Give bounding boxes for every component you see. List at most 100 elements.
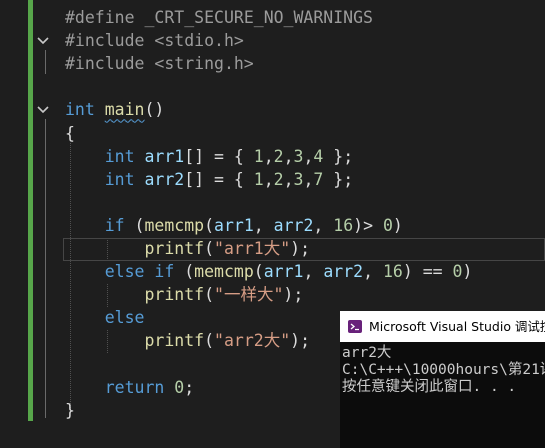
code-token: ( xyxy=(204,215,215,235)
code-token: memcmp xyxy=(144,215,205,235)
code-token: <string.h> xyxy=(154,54,254,74)
code-line[interactable]: } xyxy=(65,399,75,422)
chevron-down-icon xyxy=(37,106,49,114)
code-token: "arr2大" xyxy=(214,331,291,351)
code-token: , xyxy=(283,169,294,189)
code-token: arr2 xyxy=(273,215,314,235)
code-line[interactable]: #include <stdio.h> xyxy=(65,29,244,52)
code-token: , xyxy=(303,146,314,166)
code-token: 0 xyxy=(174,377,185,397)
code-line[interactable]: return 0; xyxy=(65,376,194,399)
console-title: Microsoft Visual Studio 调试控 xyxy=(369,319,545,334)
code-token: ); xyxy=(283,285,304,305)
code-token: 1 xyxy=(253,169,264,189)
code-token: arr2 xyxy=(144,169,185,189)
code-token: 4 xyxy=(313,146,324,166)
code-token: ; xyxy=(184,377,195,397)
code-token: ) == xyxy=(402,262,453,282)
code-token: , xyxy=(283,146,294,166)
console-output-line: 按任意键关闭此窗口. . . xyxy=(342,379,517,395)
fold-toggle-includes[interactable] xyxy=(37,35,49,47)
code-token: ( xyxy=(204,239,215,258)
fold-region-line xyxy=(45,119,46,418)
console-title-bar[interactable]: Microsoft Visual Studio 调试控 xyxy=(340,311,545,342)
code-token: #define xyxy=(65,8,145,27)
code-token: 1 xyxy=(253,146,264,166)
console-output-line: C:\C+++\10000hours\第21讲\ xyxy=(342,362,545,378)
code-token: 16 xyxy=(382,262,403,282)
code-token: , xyxy=(253,215,274,235)
code-token: if xyxy=(104,215,125,235)
code-line[interactable]: printf("一样大"); xyxy=(65,283,303,306)
code-token: , xyxy=(363,262,383,282)
code-token: printf xyxy=(144,331,205,351)
code-token: ) xyxy=(392,215,403,235)
code-token: }; xyxy=(323,169,354,189)
code-token: else xyxy=(104,308,145,328)
code-token: 2 xyxy=(273,146,284,166)
code-token: else if xyxy=(104,262,175,282)
code-token: }; xyxy=(323,146,354,166)
code-token: 2 xyxy=(273,169,284,189)
code-token: #include xyxy=(65,54,155,74)
code-token: arr2 xyxy=(323,262,364,282)
code-line[interactable]: int arr2[] = { 1,2,3,7 }; xyxy=(65,168,353,191)
code-token: ( xyxy=(204,331,215,351)
code-token: ( xyxy=(124,215,145,235)
fold-toggle-main[interactable] xyxy=(37,104,49,116)
code-line[interactable]: #include <string.h> xyxy=(65,52,254,75)
code-token: _CRT_SECURE_NO_WARNINGS xyxy=(144,8,373,27)
code-token: 16 xyxy=(333,215,354,235)
code-token: , xyxy=(263,146,274,166)
code-token: printf xyxy=(144,285,205,305)
code-line[interactable]: else xyxy=(65,306,145,329)
code-token: int xyxy=(104,146,145,166)
change-tracking-bar xyxy=(28,0,33,421)
code-line[interactable]: if (memcmp(arr1, arr2, 16)> 0) xyxy=(65,214,403,237)
code-token: main xyxy=(104,100,145,120)
code-line[interactable]: int arr1[] = { 1,2,3,4 }; xyxy=(65,145,353,168)
code-line[interactable]: int main() xyxy=(65,98,164,121)
debug-console-window[interactable]: Microsoft Visual Studio 调试控 arr2大 C:\C++… xyxy=(340,311,545,448)
code-token: arr1 xyxy=(144,146,185,166)
code-line[interactable]: printf("arr1大"); xyxy=(65,237,310,260)
code-token: ); xyxy=(290,239,311,258)
code-token: ); xyxy=(290,331,311,351)
console-output-line: arr2大 xyxy=(342,345,392,361)
code-token: , xyxy=(263,169,274,189)
code-line[interactable]: { xyxy=(65,122,75,145)
code-token: int xyxy=(104,169,145,189)
code-line[interactable]: else if (memcmp(arr1, arr2, 16) == 0) xyxy=(65,260,473,283)
code-token: "arr1大" xyxy=(214,239,291,258)
code-token: () xyxy=(144,100,165,120)
fold-region-line xyxy=(45,50,46,74)
code-token: "一样大" xyxy=(214,285,284,305)
code-line[interactable]: #define _CRT_SECURE_NO_WARNINGS xyxy=(65,6,373,29)
visual-studio-icon xyxy=(348,320,362,333)
code-token: [] = { xyxy=(184,169,254,189)
code-token: 3 xyxy=(293,146,304,166)
code-token: arr1 xyxy=(263,262,304,282)
code-token: , xyxy=(303,262,324,282)
code-token: ( xyxy=(253,262,264,282)
code-token: { xyxy=(65,123,75,143)
code-token: 7 xyxy=(313,169,324,189)
code-token: , xyxy=(303,169,314,189)
code-token: arr1 xyxy=(214,215,254,235)
code-token: return xyxy=(104,377,175,397)
code-token: int xyxy=(65,100,105,120)
code-token: 0 xyxy=(382,215,393,235)
code-token: [] = { xyxy=(184,146,254,166)
code-token: } xyxy=(65,400,75,420)
code-token: ( xyxy=(174,262,195,282)
code-line[interactable]: printf("arr2大"); xyxy=(65,329,310,352)
code-token: printf xyxy=(144,239,205,258)
chevron-down-icon xyxy=(37,37,49,45)
